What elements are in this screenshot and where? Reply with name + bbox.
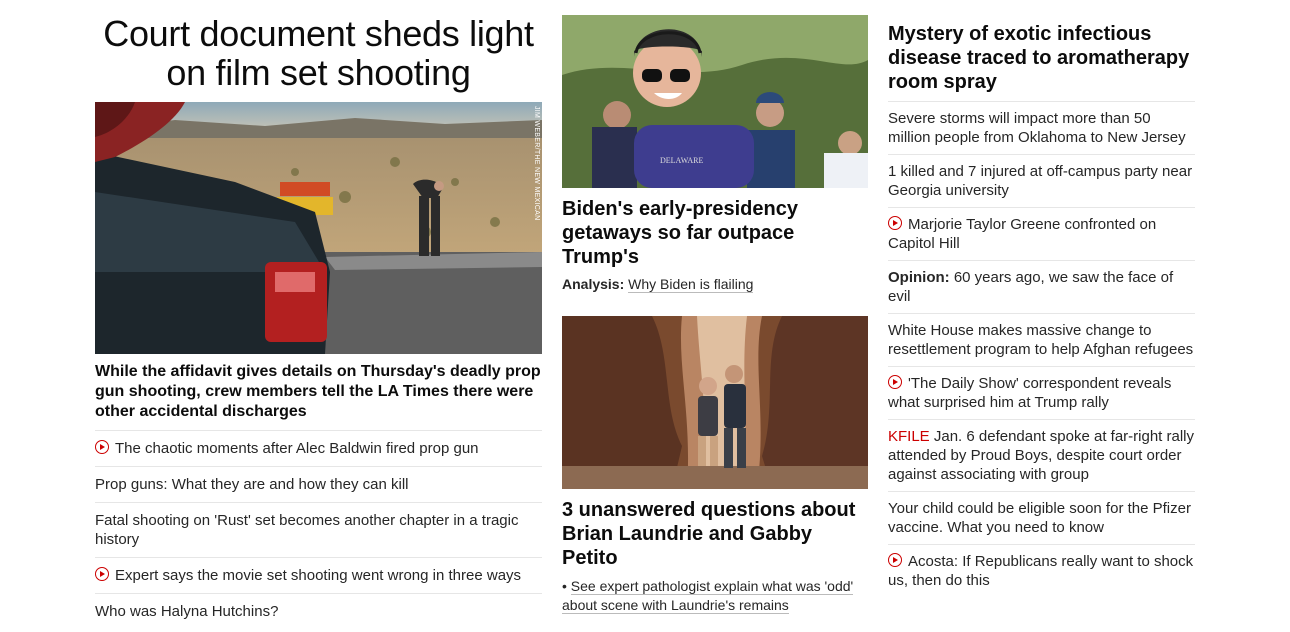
- list-item[interactable]: 'The Daily Show' correspondent reveals w…: [888, 366, 1195, 419]
- link-text[interactable]: Your child could be eligible soon for th…: [888, 500, 1191, 536]
- list-item[interactable]: Acosta: If Republicans really want to sh…: [888, 544, 1195, 597]
- play-circle-icon: [888, 553, 902, 567]
- link-text[interactable]: Jan. 6 defendant spoke at far-right rall…: [888, 428, 1194, 483]
- analysis-link[interactable]: Why Biden is flailing: [628, 276, 754, 293]
- photo-credit: JIM WEBER/THE NEW MEXICAN: [533, 106, 540, 221]
- related-links-list: The chaotic moments after Alec Baldwin f…: [95, 430, 542, 629]
- opinion-label: Opinion:: [888, 269, 950, 286]
- right-column: Mystery of exotic infectious disease tra…: [888, 0, 1195, 597]
- link-text[interactable]: Acosta: If Republicans really want to sh…: [888, 553, 1193, 589]
- biden-cycling-photo: DELAWARE: [562, 15, 868, 188]
- lead-story-column: Court document sheds light on film set s…: [95, 0, 542, 629]
- bullet-mark: •: [562, 578, 567, 594]
- link-text[interactable]: 'The Daily Show' correspondent reveals w…: [888, 375, 1171, 411]
- middle-column: DELAWARE Biden's early-presidency getawa…: [562, 0, 868, 615]
- list-item[interactable]: 1 killed and 7 injured at off-campus par…: [888, 154, 1195, 207]
- list-item[interactable]: KFILE Jan. 6 defendant spoke at far-righ…: [888, 419, 1195, 491]
- shirt-text: DELAWARE: [660, 156, 703, 165]
- play-circle-icon: [95, 567, 109, 581]
- lead-subheadline-link[interactable]: While the affidavit gives details on Thu…: [95, 362, 542, 422]
- list-item[interactable]: Your child could be eligible soon for th…: [888, 491, 1195, 544]
- link-text[interactable]: Severe storms will impact more than 50 m…: [888, 110, 1186, 146]
- list-item[interactable]: Opinion: 60 years ago, we saw the face o…: [888, 260, 1195, 313]
- biden-bike-image[interactable]: DELAWARE: [562, 15, 868, 188]
- link-text[interactable]: Who was Halyna Hutchins?: [95, 603, 278, 620]
- list-item[interactable]: The chaotic moments after Alec Baldwin f…: [95, 430, 542, 466]
- bullet-link[interactable]: See expert pathologist explain what was …: [562, 578, 854, 614]
- bullet-line: • See expert pathologist explain what wa…: [562, 577, 868, 615]
- laundrie-headline-link[interactable]: 3 unanswered questions about Brian Laund…: [562, 498, 868, 570]
- canyon-image[interactable]: [562, 316, 868, 489]
- list-item[interactable]: White House makes massive change to rese…: [888, 313, 1195, 366]
- list-item[interactable]: Who was Halyna Hutchins?: [95, 593, 542, 629]
- link-text[interactable]: Marjorie Taylor Greene confronted on Cap…: [888, 216, 1156, 252]
- laundrie-petito-photo: [562, 316, 868, 489]
- list-item[interactable]: Expert says the movie set shooting went …: [95, 557, 542, 593]
- headline-list: Severe storms will impact more than 50 m…: [888, 101, 1195, 597]
- play-circle-icon: [888, 216, 902, 230]
- list-item[interactable]: Fatal shooting on 'Rust' set becomes ano…: [95, 502, 542, 557]
- biden-headline-link[interactable]: Biden's early-presidency getaways so far…: [562, 197, 868, 269]
- film-set-photo: [95, 102, 542, 354]
- link-text[interactable]: Prop guns: What they are and how they ca…: [95, 476, 409, 493]
- right-headline-link[interactable]: Mystery of exotic infectious disease tra…: [888, 22, 1195, 94]
- play-circle-icon: [95, 440, 109, 454]
- kfile-label: KFILE: [888, 428, 930, 445]
- link-text[interactable]: 1 killed and 7 injured at off-campus par…: [888, 163, 1192, 199]
- list-item[interactable]: Prop guns: What they are and how they ca…: [95, 466, 542, 502]
- link-text[interactable]: The chaotic moments after Alec Baldwin f…: [115, 440, 479, 457]
- hero-image-film-set[interactable]: JIM WEBER/THE NEW MEXICAN: [95, 102, 542, 354]
- list-item[interactable]: Severe storms will impact more than 50 m…: [888, 101, 1195, 154]
- list-item[interactable]: Marjorie Taylor Greene confronted on Cap…: [888, 207, 1195, 260]
- lead-headline-link[interactable]: Court document sheds light on film set s…: [95, 14, 542, 92]
- link-text[interactable]: White House makes massive change to rese…: [888, 322, 1193, 358]
- analysis-line: Analysis: Why Biden is flailing: [562, 275, 868, 293]
- analysis-label: Analysis:: [562, 276, 625, 292]
- link-text[interactable]: Fatal shooting on 'Rust' set becomes ano…: [95, 512, 518, 548]
- play-circle-icon: [888, 375, 902, 389]
- link-text[interactable]: Expert says the movie set shooting went …: [115, 567, 521, 584]
